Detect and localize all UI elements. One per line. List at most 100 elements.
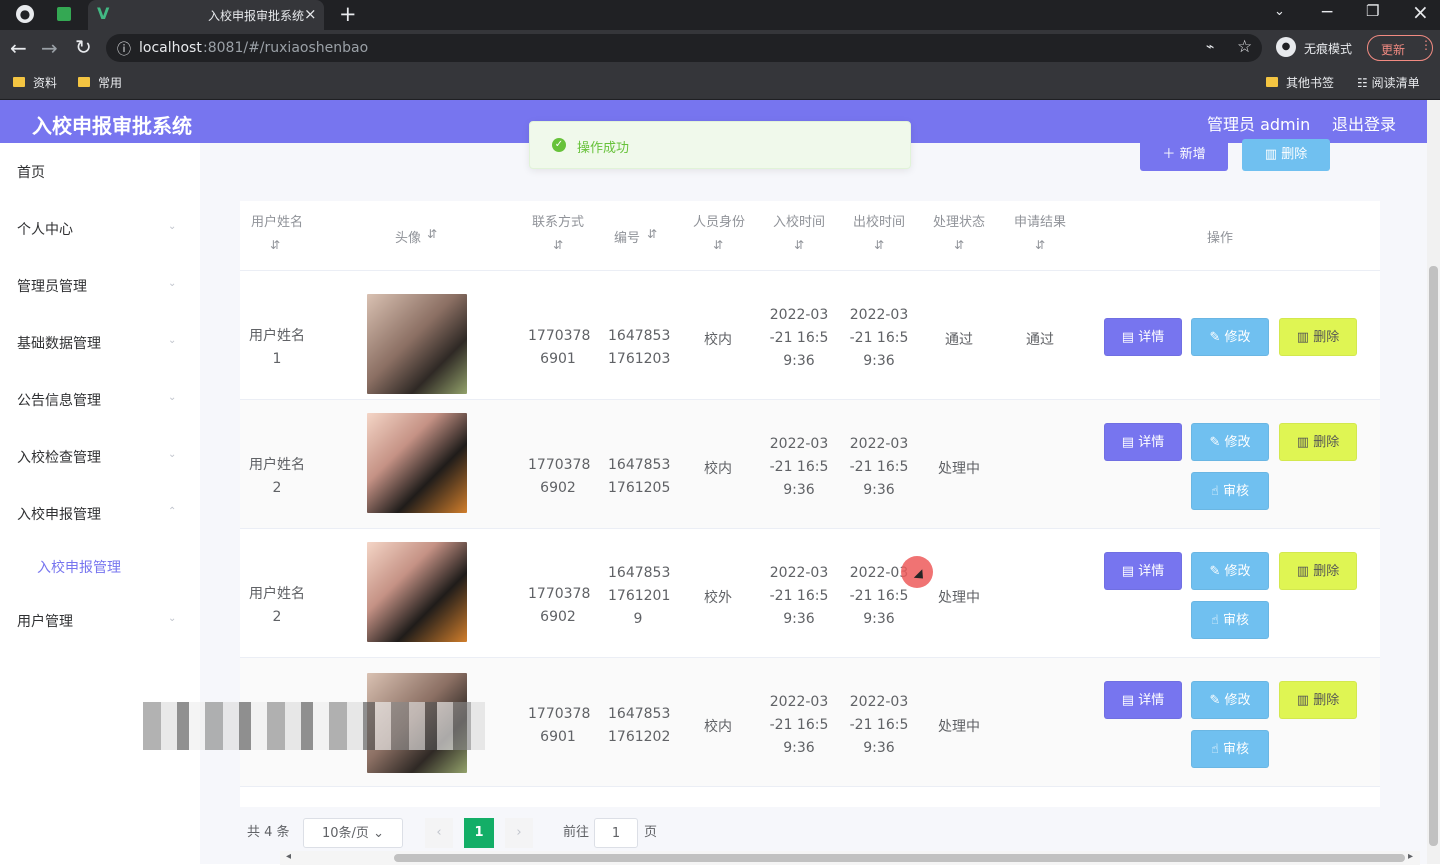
scroll-right-icon[interactable]: ▸	[1408, 851, 1413, 862]
current-page[interactable]: 1	[464, 818, 494, 848]
edit-button[interactable]: ✎ 修改	[1191, 318, 1269, 356]
chevron-down-icon: ⌄	[168, 392, 177, 403]
chevron-down-icon[interactable]: ⌄	[1274, 4, 1285, 19]
chevron-down-icon: ⌄	[168, 335, 177, 346]
bookmark-folder-1[interactable]: 资料	[13, 74, 57, 91]
sidebar-item-profile[interactable]: 个人中心	[17, 219, 73, 239]
edit-button[interactable]: ✎ 修改	[1191, 681, 1269, 719]
sidebar-item-admin[interactable]: 管理员管理	[17, 276, 87, 296]
sidebar-item-users[interactable]: 用户管理	[17, 611, 73, 631]
sidebar-subitem-apply[interactable]: 入校申报管理	[37, 557, 121, 577]
previous-page-icon[interactable]: ‹	[425, 818, 453, 848]
delete-button[interactable]: ▥ 删除	[1279, 681, 1357, 719]
sidebar-item-home[interactable]: 首页	[17, 162, 45, 182]
header-code[interactable]: 编号	[612, 227, 642, 246]
header-phone[interactable]: 联系方式	[529, 211, 587, 230]
incognito-badge[interactable]: ● 无痕模式	[1276, 37, 1360, 59]
update-button[interactable]: 更新 ⋮	[1367, 35, 1433, 61]
browser-menu-icon[interactable]: ●	[16, 5, 34, 23]
trash-icon: ▥	[1296, 693, 1314, 708]
minimize-icon[interactable]: −	[1320, 2, 1334, 22]
in-time-cell: 2022-03 -21 16:5 9:36	[769, 307, 829, 369]
avatar	[367, 542, 467, 642]
header-result[interactable]: 申请结果	[1011, 211, 1069, 230]
delete-button[interactable]: ▥ 删除	[1279, 552, 1357, 590]
sort-icon[interactable]: ⇵	[1035, 238, 1045, 252]
delete-button[interactable]: ▥ 删除	[1279, 423, 1357, 461]
folder-icon	[78, 77, 90, 87]
key-icon[interactable]: ⌁	[1206, 39, 1214, 55]
next-page-icon[interactable]: ›	[505, 818, 533, 848]
sort-icon[interactable]: ⇵	[794, 238, 804, 252]
sort-icon[interactable]: ⇵	[553, 238, 563, 252]
detail-button[interactable]: ▤ 详情	[1104, 318, 1182, 356]
vertical-scrollbar-thumb[interactable]	[1429, 266, 1438, 846]
table-row: 用户姓名 1 1770378 6901 1647853 1761203 校内 2…	[240, 271, 1380, 400]
sort-icon[interactable]: ⇵	[427, 227, 437, 241]
audit-button[interactable]: ☝ 审核	[1191, 601, 1269, 639]
sidebar-item-apply[interactable]: 入校申报管理	[17, 504, 101, 524]
detail-button[interactable]: ▤ 详情	[1104, 423, 1182, 461]
delete-button[interactable]: ▥ 删除	[1279, 318, 1357, 356]
header-status[interactable]: 处理状态	[930, 211, 988, 230]
page-input-value: 1	[611, 826, 621, 841]
audit-label: 审核	[1223, 484, 1250, 499]
edit-label: 修改	[1224, 330, 1251, 345]
horizontal-scrollbar[interactable]: ◂ ▸	[280, 851, 1420, 865]
delete-label: 删除	[1313, 435, 1340, 450]
page-size-select[interactable]: 10条/页 ⌄	[303, 818, 403, 848]
info-icon: ⓘ	[117, 42, 131, 58]
sort-icon[interactable]: ⇵	[647, 227, 657, 241]
document-icon: ▤	[1121, 330, 1139, 345]
close-tab-icon[interactable]: ×	[304, 5, 317, 23]
sort-icon[interactable]: ⇵	[954, 238, 964, 252]
scrollbar-thumb[interactable]	[394, 854, 1405, 862]
chevron-down-icon: ⌄	[168, 221, 177, 232]
sidebar-item-notice[interactable]: 公告信息管理	[17, 390, 101, 410]
header-in-time[interactable]: 入校时间	[770, 211, 828, 230]
forward-icon[interactable]: →	[41, 36, 58, 60]
other-bookmarks[interactable]: 其他书签	[1266, 74, 1334, 91]
add-button[interactable]: ＋ 新增	[1140, 139, 1228, 171]
header-out-time[interactable]: 出校时间	[850, 211, 908, 230]
delete-label: 删除	[1313, 330, 1340, 345]
reload-icon[interactable]: ↻	[75, 35, 92, 59]
out-time-cell: 2022-03 -21 16:5 9:36	[849, 436, 909, 498]
edit-label: 修改	[1224, 564, 1251, 579]
header-username[interactable]: 用户姓名	[248, 211, 306, 230]
header-role[interactable]: 人员身份	[690, 211, 748, 230]
close-window-icon[interactable]: ×	[1412, 0, 1429, 24]
scroll-left-icon[interactable]: ◂	[286, 851, 291, 862]
audit-button[interactable]: ☝ 审核	[1191, 472, 1269, 510]
edit-button[interactable]: ✎ 修改	[1191, 423, 1269, 461]
bookmark-label: 常用	[98, 76, 123, 90]
bookmark-folder-2[interactable]: 常用	[78, 74, 122, 91]
sidebar-item-basic-data[interactable]: 基础数据管理	[17, 333, 101, 353]
total-count: 共 4 条	[247, 825, 290, 840]
browser-tab[interactable]: V 入校申报审批系统 ×	[88, 0, 324, 30]
edit-button[interactable]: ✎ 修改	[1191, 552, 1269, 590]
audit-button[interactable]: ☝ 审核	[1191, 730, 1269, 768]
new-tab-icon[interactable]: +	[339, 2, 357, 26]
header-avatar[interactable]: 头像	[390, 227, 426, 246]
sidebar-item-check[interactable]: 入校检查管理	[17, 447, 101, 467]
vue-icon: V	[97, 4, 110, 23]
restore-icon[interactable]: ❐	[1366, 2, 1379, 20]
page-input[interactable]: 1	[594, 818, 638, 848]
app-icon	[57, 7, 71, 21]
sort-icon[interactable]: ⇵	[270, 238, 280, 252]
username-cell: 用户姓名 1	[249, 328, 305, 367]
detail-button[interactable]: ▤ 详情	[1104, 681, 1182, 719]
reading-list[interactable]: ☷ 阅读清单	[1357, 74, 1420, 91]
batch-delete-button[interactable]: ▥ 删除	[1242, 139, 1330, 171]
address-bar[interactable]: ⓘ localhost :8081/#/ruxiaoshenbao ⌁ ☆	[106, 34, 1262, 62]
result-cell: 通过	[1026, 332, 1054, 348]
star-icon[interactable]: ☆	[1237, 37, 1252, 57]
back-icon[interactable]: ←	[10, 36, 27, 60]
table-row: 用户姓名 2 1770378 6902 1647853 1761205 校内 2…	[240, 400, 1380, 529]
logout-link[interactable]: 退出登录	[1332, 111, 1396, 135]
vertical-scrollbar[interactable]	[1427, 100, 1440, 864]
sort-icon[interactable]: ⇵	[874, 238, 884, 252]
sort-icon[interactable]: ⇵	[713, 238, 723, 252]
detail-button[interactable]: ▤ 详情	[1104, 552, 1182, 590]
